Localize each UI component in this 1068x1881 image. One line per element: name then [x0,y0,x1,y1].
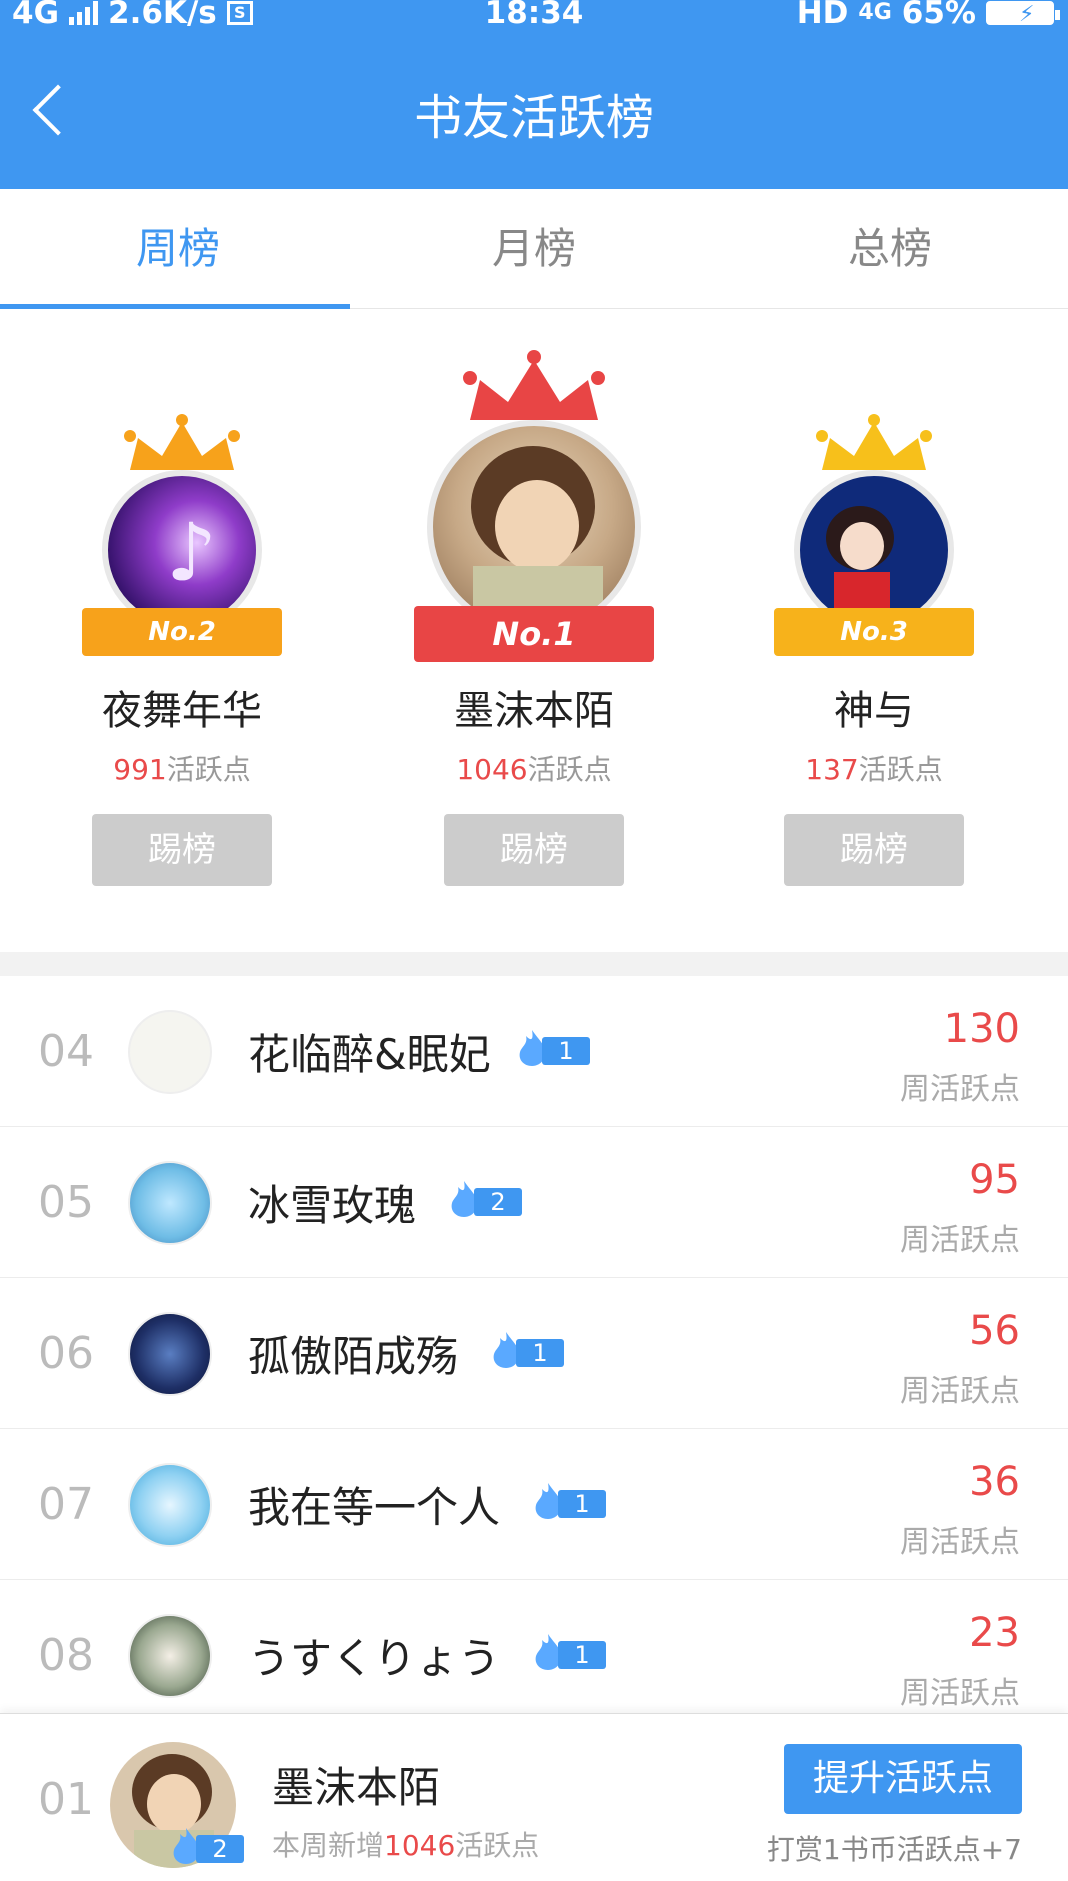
avatar[interactable] [128,1614,212,1698]
user-name: 我在等一个人 [248,1483,501,1532]
avatar[interactable] [794,470,954,630]
points-text: 137活跃点 [805,753,943,786]
rank-number: 04 [38,1026,94,1077]
avatar[interactable] [427,420,641,634]
user-name: 夜舞年华 [102,688,262,734]
list-item[interactable]: 07 我在等一个人 1 36 周活跃点 [0,1429,1068,1580]
status-bar: 4G 2.6K/s S 18:34 HD 4G 65% ⚡ [0,0,1068,30]
battery-percent: 65% [901,0,976,31]
level-badge: 1 [528,1634,606,1672]
user-name: うすくりょう [248,1634,501,1683]
avatar[interactable] [128,1463,212,1547]
rank-number: 06 [38,1328,94,1379]
avatar[interactable] [128,1010,212,1094]
list-item[interactable]: 04 花临醉&眠妃 1 130 周活跃点 [0,976,1068,1127]
svg-text:♪: ♪ [166,506,217,599]
score-label: 周活跃点 [900,1072,1020,1107]
page-title: 书友活跃榜 [413,90,654,146]
list-item[interactable]: 06 孤傲陌成殇 1 56 周活跃点 [0,1278,1068,1429]
rank-number: 01 [38,1774,94,1825]
network-right: 4G [858,0,892,25]
list-item[interactable]: 08 うすくりょう 1 23 周活跃点 [0,1580,1068,1731]
rank-ribbon: No.1 [414,606,654,662]
kick-button[interactable]: 踢榜 [92,814,272,886]
my-weekly-points: 本周新增1046活跃点 [272,1829,540,1862]
section-divider [0,952,1068,976]
kick-button[interactable]: 踢榜 [444,814,624,886]
points-text: 1046活跃点 [456,753,612,786]
podium-second: ♪ No.2 夜舞年华 991活跃点 踢榜 [62,414,302,886]
podium-third: No.3 神与 137活跃点 踢榜 [754,414,994,886]
score-value: 56 [969,1308,1020,1354]
podium: ♪ No.2 夜舞年华 991活跃点 踢榜 No.1 墨沫本陌 1046活跃点 [0,310,1068,950]
score-label: 周活跃点 [900,1223,1020,1258]
level-badge: 1 [486,1332,564,1370]
user-name: 冰雪玫瑰 [248,1181,417,1230]
level-badge: 2 [444,1181,522,1219]
app-header: 4G 2.6K/s S 18:34 HD 4G 65% ⚡ 书友活跃榜 [0,0,1068,189]
user-name: 孤傲陌成殇 [248,1332,459,1381]
level-badge: 2 [166,1828,244,1866]
rank-ribbon: No.2 [82,608,282,656]
tab-total[interactable]: 总榜 [712,189,1068,308]
kick-button[interactable]: 踢榜 [784,814,964,886]
rank-number: 05 [38,1177,94,1228]
my-rank-bar: 01 2 墨沫本陌 本周新增1046活跃点 提升活跃点 打赏1书币活跃点+7 [0,1713,1068,1881]
tab-weekly[interactable]: 周榜 [0,189,356,309]
level-badge: 1 [528,1483,606,1521]
battery-icon: ⚡ [986,1,1060,27]
tab-monthly[interactable]: 月榜 [356,189,712,308]
avatar[interactable] [128,1312,212,1396]
user-name: 墨沫本陌 [454,688,614,734]
reward-tip: 打赏1书币活跃点+7 [766,1833,1022,1866]
my-user-name: 墨沫本陌 [272,1763,441,1812]
level-badge: 1 [512,1030,590,1068]
tab-bar: 周榜 月榜 总榜 [0,189,1068,309]
crown-icon [816,414,932,470]
user-name: 花临醉&眠妃 [248,1030,491,1079]
score-value: 36 [969,1459,1020,1505]
crown-icon [124,414,240,470]
score-value: 23 [969,1610,1020,1656]
score-value: 95 [969,1157,1020,1203]
rank-number: 07 [38,1479,94,1530]
points-text: 991活跃点 [113,753,251,786]
ranking-list: 04 花临醉&眠妃 1 130 周活跃点 05 冰雪玫瑰 2 95 周活跃点 0… [0,976,1068,1731]
list-item[interactable]: 05 冰雪玫瑰 2 95 周活跃点 [0,1127,1068,1278]
hd-label: HD [796,0,849,31]
rank-ribbon: No.3 [774,608,974,656]
rank-number: 08 [38,1630,94,1681]
score-label: 周活跃点 [900,1676,1020,1711]
boost-activity-button[interactable]: 提升活跃点 [784,1744,1022,1814]
podium-first: No.1 墨沫本陌 1046活跃点 踢榜 [414,350,654,886]
score-label: 周活跃点 [900,1525,1020,1560]
avatar[interactable] [128,1161,212,1245]
score-value: 130 [943,1006,1020,1052]
avatar[interactable]: ♪ [102,470,262,630]
score-label: 周活跃点 [900,1374,1020,1409]
crown-icon [463,350,605,420]
user-name: 神与 [834,688,914,734]
